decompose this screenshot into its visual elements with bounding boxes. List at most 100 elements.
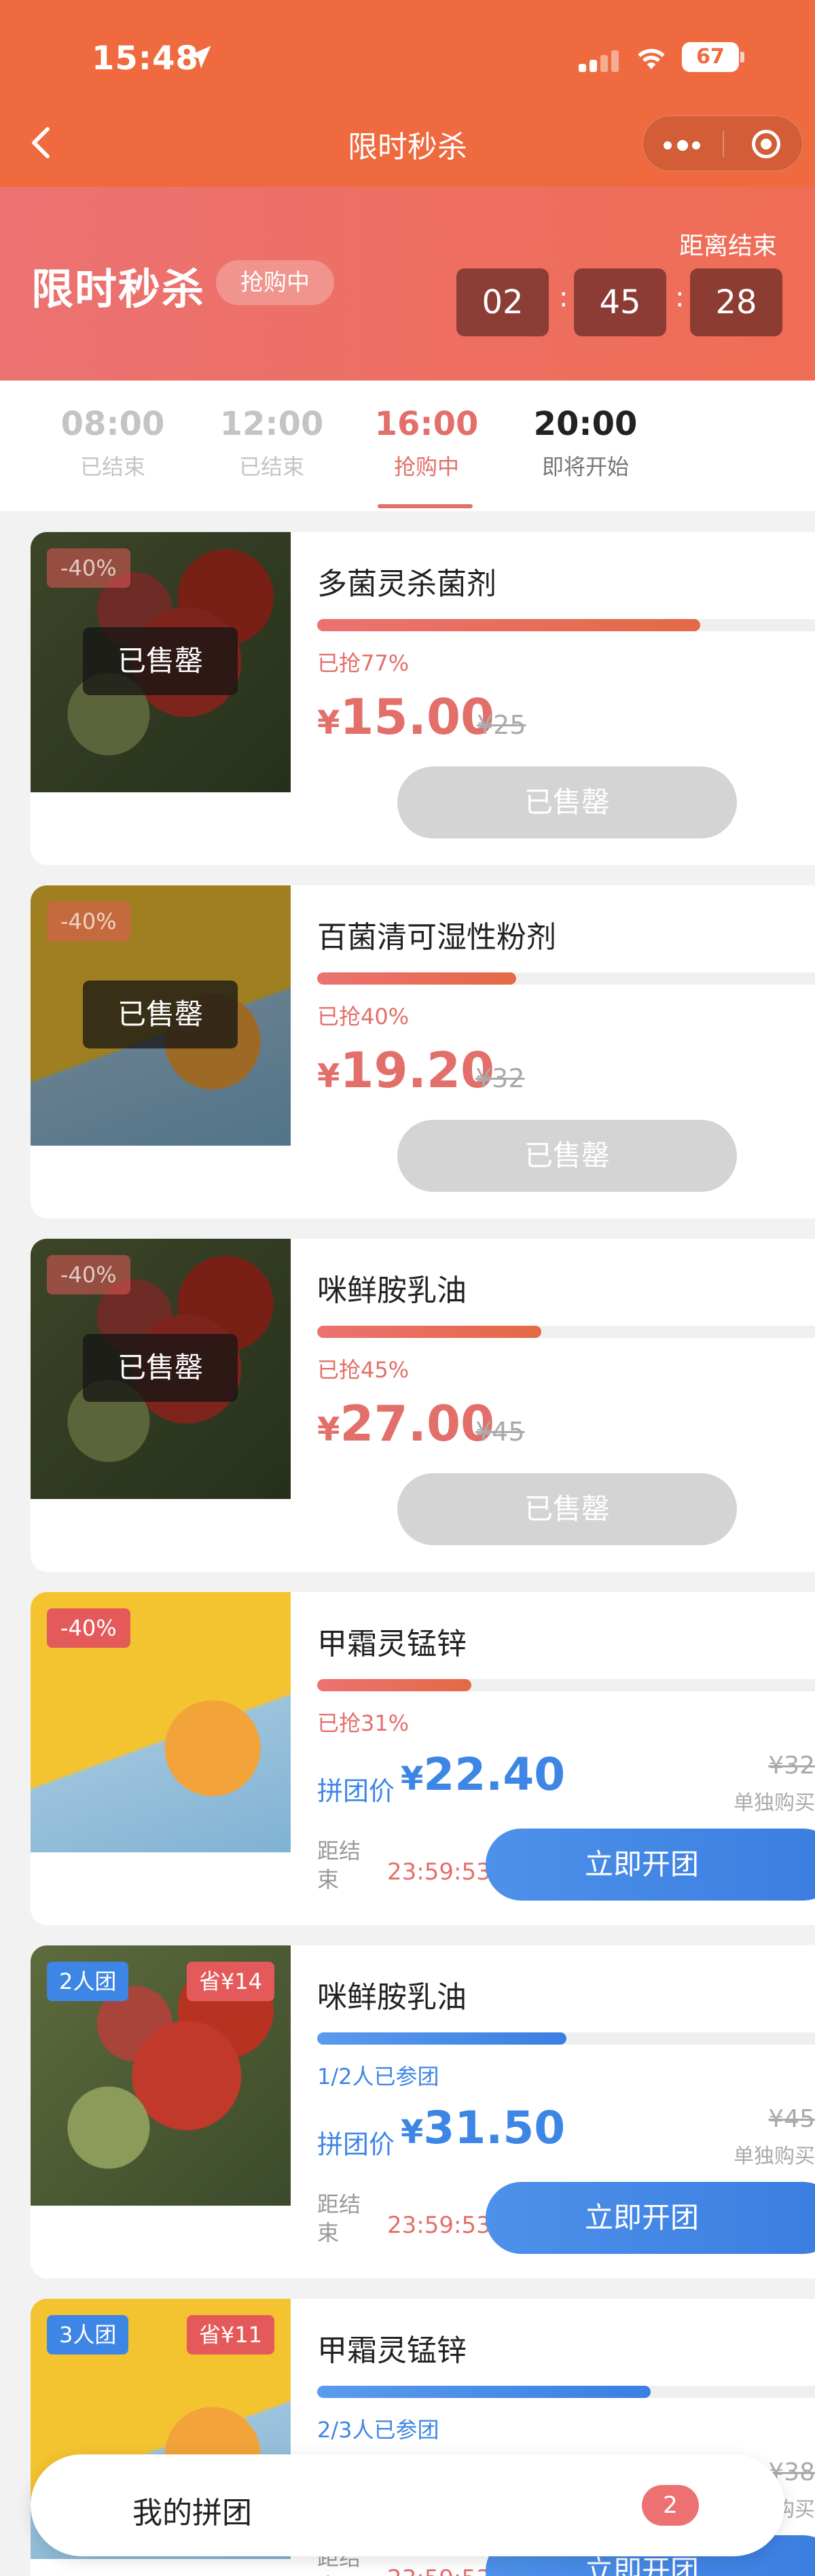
ends-countdown: 23:59:53 <box>387 2212 491 2239</box>
soldout-button[interactable]: 已售罄 <box>397 766 737 839</box>
sale-status-pill: 抢购中 <box>216 260 334 305</box>
my-groups-count-badge: 2 <box>642 2485 699 2526</box>
product-image: -40% <box>31 1592 291 1852</box>
soldout-button[interactable]: 已售罄 <box>397 1120 737 1192</box>
single-buy-label: 单独购买 <box>734 2145 815 2168</box>
more-icon[interactable] <box>664 134 704 154</box>
joined-count-text: 1/2人已参团 <box>317 2064 439 2089</box>
ends-countdown: 23:59:53 <box>387 1858 491 1886</box>
start-group-button[interactable]: 立即开团 <box>486 1829 815 1901</box>
start-group-button[interactable]: 立即开团 <box>486 2182 815 2254</box>
product-name: 甲霜灵锰锌 <box>317 2333 467 2368</box>
ends-countdown: 23:59:53 <box>387 2565 491 2576</box>
group-product-card[interactable]: 2人团 省¥14 咪鲜胺乳油 1/2人已参团 拼团价 ¥31.50 ¥45 单独… <box>31 1945 815 2278</box>
price-value: 15.00 <box>340 688 495 745</box>
tab-time: 20:00 <box>533 405 638 443</box>
sale-price: ¥15.00 <box>317 688 494 745</box>
sold-progress-bar <box>317 1679 815 1691</box>
original-price: ¥32 <box>768 1752 815 1780</box>
original-price: ¥45 <box>475 1417 525 1447</box>
original-price: ¥45 <box>768 2105 815 2133</box>
signal-icon <box>579 49 619 72</box>
capsule-divider <box>723 131 724 157</box>
price-value: 19.20 <box>340 1042 495 1099</box>
time-slot-tabs: 08:00 已结束 12:00 已结束 16:00 抢购中 20:00 即将开始 <box>0 381 815 511</box>
ends-label: 距结束 <box>317 2191 361 2246</box>
countdown-label: 距离结束 <box>679 232 778 260</box>
currency-symbol: ¥ <box>401 2113 424 2151</box>
tab-0800[interactable]: 08:00 已结束 <box>55 405 170 481</box>
progress-fill <box>317 972 517 985</box>
tab-time: 16:00 <box>374 405 479 443</box>
group-progress-bar <box>317 2032 815 2045</box>
tab-1600[interactable]: 16:00 抢购中 <box>369 405 484 481</box>
product-name: 咪鲜胺乳油 <box>317 1980 467 2015</box>
countdown-minutes: 45 <box>574 268 666 336</box>
battery-icon: 67 <box>682 42 739 72</box>
sold-percent-text: 已抢45% <box>317 1357 410 1383</box>
discount-badge: -40% <box>47 548 130 588</box>
group-price-label: 拼团价 <box>317 1776 395 1806</box>
price-value: 31.50 <box>423 2102 566 2154</box>
product-card[interactable]: -40% 已售罄 多菌灵杀菌剂 已抢77% ¥15.00 ¥25 已售罄 <box>31 532 815 865</box>
product-name: 百菌清可湿性粉剂 <box>317 920 556 955</box>
product-card[interactable]: -40% 甲霜灵锰锌 已抢31% 拼团价 ¥22.40 ¥32 单独购买 距结束… <box>31 1592 815 1925</box>
soldout-button[interactable]: 已售罄 <box>397 1473 737 1545</box>
savings-badge: 省¥11 <box>186 2315 274 2354</box>
progress-fill <box>317 2032 566 2045</box>
tab-2000[interactable]: 20:00 即将开始 <box>528 405 643 481</box>
flash-sale-banner: 限时秒杀 抢购中 距离结束 02 : 45 : 28 <box>0 187 815 381</box>
product-image: -40% 已售罄 <box>31 885 291 1146</box>
sale-price: ¥19.20 <box>317 1042 494 1099</box>
sold-percent-text: 已抢40% <box>317 1004 410 1029</box>
group-price-label: 拼团价 <box>317 2130 395 2159</box>
price-value: 22.40 <box>423 1748 566 1801</box>
group-price: ¥31.50 <box>401 2102 565 2154</box>
countdown-colon: : <box>559 282 568 313</box>
tab-time: 08:00 <box>60 405 165 443</box>
product-image: -40% 已售罄 <box>31 1239 291 1499</box>
soldout-label: 已售罄 <box>83 627 238 695</box>
product-card[interactable]: -40% 已售罄 百菌清可湿性粉剂 已抢40% ¥19.20 ¥32 已售罄 <box>31 885 815 1218</box>
currency-symbol: ¥ <box>317 704 340 742</box>
progress-fill <box>317 1326 541 1338</box>
my-groups-bar[interactable]: 我的拼团 2 <box>31 2454 784 2556</box>
currency-symbol: ¥ <box>317 1057 340 1095</box>
active-tab-indicator <box>378 504 473 508</box>
currency-symbol: ¥ <box>317 1411 340 1449</box>
product-name: 多菌灵杀菌剂 <box>317 567 496 601</box>
sold-percent-text: 已抢77% <box>317 650 410 676</box>
banner-title: 限时秒杀 <box>31 264 206 314</box>
tab-time: 12:00 <box>219 405 324 443</box>
tab-status: 已结束 <box>79 454 145 480</box>
ends-label: 距结束 <box>317 1838 361 1892</box>
discount-badge: -40% <box>47 902 130 941</box>
countdown-colon: : <box>675 282 685 313</box>
soldout-label: 已售罄 <box>83 1334 238 1402</box>
my-groups-label: 我的拼团 <box>132 2496 252 2530</box>
product-card[interactable]: -40% 已售罄 咪鲜胺乳油 已抢45% ¥27.00 ¥45 已售罄 <box>31 1239 815 1572</box>
group-size-badge: 2人团 <box>47 1962 129 2001</box>
price-value: 27.00 <box>340 1395 495 1452</box>
status-time: 15:48 <box>92 39 199 77</box>
progress-fill <box>317 2386 651 2398</box>
battery-tip <box>740 52 744 63</box>
product-image: -40% 已售罄 <box>31 532 291 792</box>
original-price: ¥32 <box>475 1063 525 1093</box>
tab-status: 即将开始 <box>541 454 629 480</box>
progress-fill <box>317 1679 472 1691</box>
tab-status: 已结束 <box>238 454 304 480</box>
sold-progress-bar <box>317 972 815 985</box>
sold-progress-bar <box>317 619 815 631</box>
original-price: ¥25 <box>477 710 526 740</box>
group-progress-bar <box>317 2386 815 2398</box>
close-target-icon[interactable] <box>752 130 780 158</box>
group-price: ¥22.40 <box>401 1748 565 1801</box>
tab-1200[interactable]: 12:00 已结束 <box>214 405 329 481</box>
mini-program-capsule <box>642 116 803 171</box>
progress-fill <box>317 619 701 631</box>
single-buy-label: 单独购买 <box>734 1791 815 1815</box>
countdown-seconds: 28 <box>690 268 782 336</box>
product-image: 2人团 省¥14 <box>31 1945 291 2206</box>
sold-percent-text: 已抢31% <box>317 1710 410 1736</box>
